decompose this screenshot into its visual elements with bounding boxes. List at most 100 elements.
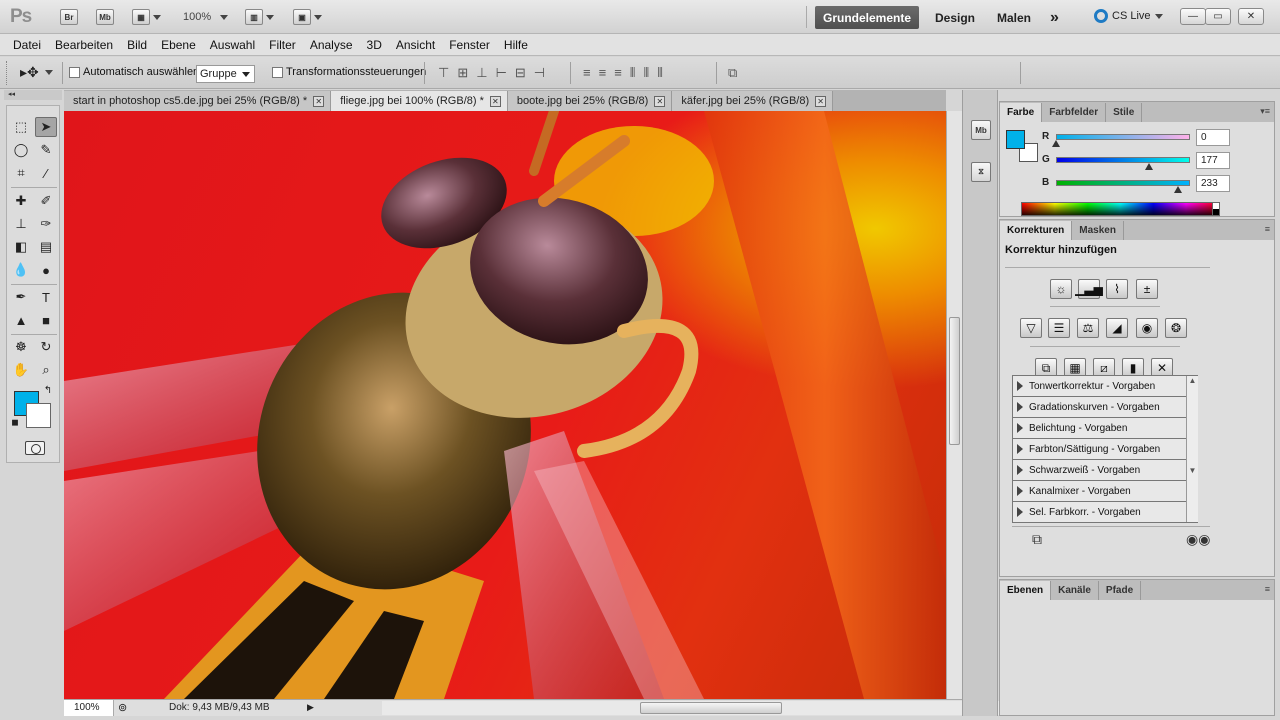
- tab-pfade[interactable]: Pfade: [1099, 581, 1142, 600]
- panel-menu-icon[interactable]: ≡: [1265, 224, 1270, 234]
- list-item[interactable]: Belichtung - Vorgaben: [1013, 418, 1197, 439]
- zoom-tool-icon[interactable]: ⌕: [35, 360, 57, 380]
- auto-select-dropdown[interactable]: Gruppe: [196, 65, 255, 83]
- menu-hilfe[interactable]: Hilfe: [497, 38, 535, 52]
- launch-bridge-button[interactable]: Br: [60, 8, 78, 26]
- color-balance-icon[interactable]: ⚖: [1077, 318, 1099, 338]
- distribute-right-icon[interactable]: ⦀: [657, 65, 663, 81]
- quick-mask-button[interactable]: [25, 441, 45, 455]
- curves-icon[interactable]: ⌇: [1106, 279, 1128, 299]
- channel-r-input[interactable]: 0: [1196, 129, 1230, 146]
- tab-masken[interactable]: Masken: [1072, 221, 1124, 240]
- 3d-rotate-tool-icon[interactable]: ☸: [10, 337, 32, 357]
- launch-minibridge-button[interactable]: Mb: [96, 8, 114, 26]
- list-item[interactable]: Tonwertkorrektur - Vorgaben: [1013, 376, 1197, 397]
- transform-controls-checkbox[interactable]: Transformationssteuerungen: [272, 66, 426, 78]
- photo-filter-icon[interactable]: ◉: [1136, 318, 1158, 338]
- more-workspaces-button[interactable]: »: [1042, 6, 1067, 29]
- auto-align-layers-icon[interactable]: ⧉: [728, 65, 737, 81]
- channel-g-thumb[interactable]: [1144, 163, 1153, 170]
- tab-stile[interactable]: Stile: [1106, 103, 1143, 122]
- swap-colors-icon[interactable]: ↰: [41, 384, 55, 396]
- align-bottom-icon[interactable]: ⊥: [476, 65, 487, 81]
- status-zoom-field[interactable]: 100%: [64, 700, 114, 716]
- align-hcenter-icon[interactable]: ⊟: [515, 65, 526, 81]
- tab-farbe[interactable]: Farbe: [1000, 103, 1043, 122]
- vibrance-icon[interactable]: ▽: [1020, 318, 1042, 338]
- hue-saturation-icon[interactable]: ☰: [1048, 318, 1070, 338]
- checkbox-box[interactable]: [69, 66, 80, 78]
- healing-brush-tool-icon[interactable]: ✚: [10, 191, 32, 211]
- horizontal-scroll-thumb[interactable]: [640, 702, 782, 714]
- menu-3d[interactable]: 3D: [360, 38, 389, 52]
- tab-korrekturen[interactable]: Korrekturen: [1000, 221, 1073, 240]
- menu-analyse[interactable]: Analyse: [303, 38, 360, 52]
- zoom-level-dropdown[interactable]: 100%: [183, 8, 229, 26]
- color-spectrum-ramp[interactable]: [1021, 202, 1220, 216]
- brush-tool-icon[interactable]: ✐: [35, 191, 57, 211]
- channel-r-thumb[interactable]: [1052, 140, 1060, 147]
- shape-tool-icon[interactable]: ■: [35, 310, 57, 330]
- vertical-scroll-thumb[interactable]: [949, 317, 960, 445]
- quick-selection-tool-icon[interactable]: ✎: [35, 140, 57, 160]
- distribute-bottom-icon[interactable]: ≡: [614, 65, 622, 81]
- view-extras-button[interactable]: ▦: [132, 8, 161, 26]
- tab-farbfelder[interactable]: Farbfelder: [1042, 103, 1107, 122]
- menu-ansicht[interactable]: Ansicht: [389, 38, 442, 52]
- list-item[interactable]: Kanalmixer - Vorgaben: [1013, 481, 1197, 502]
- menu-bearbeiten[interactable]: Bearbeiten: [48, 38, 120, 52]
- panel-menu-icon[interactable]: ≡: [1265, 584, 1270, 594]
- distribute-vcenter-icon[interactable]: ≡: [599, 65, 607, 81]
- panel-menu-icon[interactable]: ▾≡: [1260, 106, 1270, 117]
- channel-b-input[interactable]: 233: [1196, 175, 1230, 192]
- move-tool-icon[interactable]: ➤: [35, 117, 57, 137]
- workspace-design-button[interactable]: Design: [927, 6, 983, 29]
- align-top-icon[interactable]: ⊤: [438, 65, 449, 81]
- checkbox-box[interactable]: [272, 66, 283, 78]
- arrange-documents-button[interactable]: ▥: [245, 8, 274, 26]
- expanded-view-icon[interactable]: ⧉: [1032, 531, 1042, 548]
- channel-mixer-icon[interactable]: ❂: [1165, 318, 1187, 338]
- black-white-swatches[interactable]: [1212, 202, 1220, 216]
- minibridge-panel-icon[interactable]: Mb: [971, 120, 991, 140]
- tab-kanaele[interactable]: Kanäle: [1051, 581, 1099, 600]
- marquee-tool-icon[interactable]: ⬚: [10, 117, 32, 137]
- eyedropper-tool-icon[interactable]: ⁄: [35, 163, 57, 183]
- screen-mode-button[interactable]: ▣: [293, 8, 322, 26]
- workspace-grundelemente-button[interactable]: Grundelemente: [815, 6, 920, 29]
- tab-kaefer[interactable]: käfer.jpg bei 25% (RGB/8) ✕: [672, 91, 834, 111]
- history-brush-tool-icon[interactable]: ✑: [35, 214, 57, 234]
- menu-datei[interactable]: Datei: [6, 38, 48, 52]
- tab-start-in-photoshop[interactable]: start in photoshop cs5.de.jpg bei 25% (R…: [64, 91, 332, 111]
- toolbox-collapse-strip[interactable]: ◂◂: [4, 90, 62, 100]
- black-white-icon[interactable]: ◢: [1106, 318, 1128, 338]
- type-tool-icon[interactable]: T: [35, 287, 57, 307]
- close-icon[interactable]: ✕: [489, 95, 501, 107]
- align-right-icon[interactable]: ⊣: [534, 65, 545, 81]
- close-window-button[interactable]: ✕: [1238, 8, 1264, 25]
- exposure-icon[interactable]: ±: [1136, 279, 1158, 299]
- document-canvas[interactable]: [64, 111, 946, 699]
- eraser-tool-icon[interactable]: ◧: [10, 237, 32, 257]
- menu-filter[interactable]: Filter: [262, 38, 303, 52]
- menu-auswahl[interactable]: Auswahl: [203, 38, 262, 52]
- presets-scrollbar[interactable]: ▲ ▼: [1186, 376, 1198, 522]
- hand-tool-icon[interactable]: ✋: [10, 360, 32, 380]
- channel-g-input[interactable]: 177: [1196, 152, 1230, 169]
- auto-select-checkbox[interactable]: Automatisch auswählen:: [69, 66, 202, 78]
- menu-fenster[interactable]: Fenster: [442, 38, 497, 52]
- tool-preset-picker[interactable]: ▸✥: [20, 64, 53, 81]
- maximize-button[interactable]: ▭: [1205, 8, 1231, 25]
- foreground-color-swatch[interactable]: [1006, 130, 1025, 149]
- channel-g-slider[interactable]: [1056, 157, 1190, 163]
- distribute-hcenter-icon[interactable]: ⦀: [644, 65, 650, 81]
- blur-tool-icon[interactable]: 💧: [10, 260, 32, 280]
- menu-ebene[interactable]: Ebene: [154, 38, 203, 52]
- align-left-icon[interactable]: ⊢: [496, 65, 507, 81]
- tab-boote[interactable]: boote.jpg bei 25% (RGB/8) ✕: [507, 91, 673, 111]
- workspace-malen-button[interactable]: Malen: [989, 6, 1039, 29]
- channel-b-slider[interactable]: [1056, 180, 1190, 186]
- clone-stamp-tool-icon[interactable]: ⊥: [10, 214, 32, 234]
- levels-icon[interactable]: ▁▃▅: [1075, 279, 1103, 299]
- close-icon[interactable]: ✕: [313, 95, 325, 107]
